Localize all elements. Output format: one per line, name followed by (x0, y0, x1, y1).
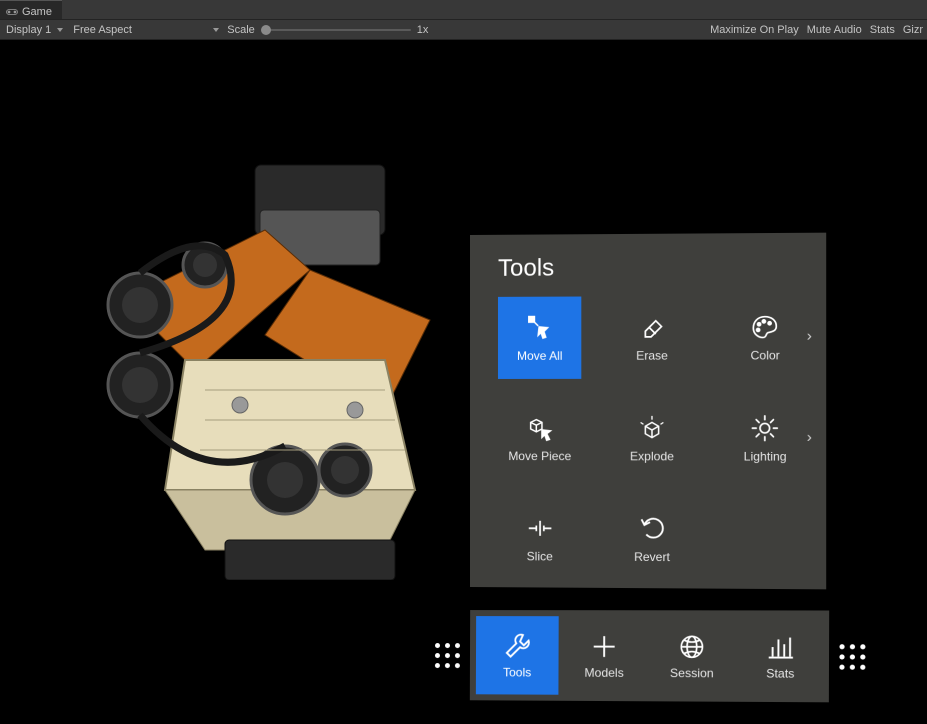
move-piece-icon (525, 413, 555, 443)
engine-model (85, 160, 475, 580)
tools-panel: Tools Move All Erase (470, 233, 826, 590)
tool-revert[interactable]: Revert (610, 497, 694, 580)
drag-handle-right[interactable] (829, 633, 876, 679)
display-dropdown[interactable]: Display 1 (4, 20, 65, 39)
scale-value: 1x (417, 24, 429, 36)
lighting-icon (750, 413, 781, 443)
tool-slice[interactable]: Slice (498, 497, 582, 580)
stats-button[interactable]: Stats (870, 24, 895, 36)
scale-slider[interactable] (261, 29, 411, 31)
scale-slider-thumb[interactable] (261, 25, 271, 35)
tool-erase[interactable]: Erase (610, 296, 694, 379)
tool-label: Move All (517, 349, 563, 363)
tool-label: Explode (630, 449, 674, 463)
aspect-label: Free Aspect (73, 24, 132, 36)
nav-stats[interactable]: Stats (738, 616, 823, 696)
tool-lighting[interactable]: Lighting › (723, 397, 808, 480)
revert-icon (637, 514, 667, 544)
game-tab[interactable]: Game (0, 0, 62, 19)
tools-grid: Move All Erase Color › (498, 296, 808, 582)
tool-label: Color (751, 348, 780, 362)
scale-label: Scale (227, 24, 255, 36)
maximize-on-play-button[interactable]: Maximize On Play (710, 24, 799, 36)
game-toolbar: Display 1 Free Aspect Scale 1x Maximize … (0, 20, 927, 40)
nav-strip: Tools Models Session (425, 610, 876, 703)
chevron-down-icon (213, 28, 219, 32)
tool-label: Lighting (744, 449, 787, 463)
nav-label: Tools (503, 665, 531, 679)
tool-label: Slice (527, 549, 553, 563)
tool-label: Move Piece (508, 449, 571, 463)
nav-label: Models (584, 666, 623, 680)
chevron-right-icon: › (807, 429, 812, 446)
chevron-down-icon (57, 28, 63, 32)
nav-session[interactable]: Session (650, 616, 734, 695)
game-tab-label: Game (22, 6, 52, 18)
aspect-dropdown[interactable]: Free Aspect (71, 20, 221, 39)
editor-tab-bar: Game (0, 0, 927, 20)
bar-chart-icon (765, 632, 796, 663)
game-icon (6, 7, 18, 17)
mute-audio-button[interactable]: Mute Audio (807, 24, 862, 36)
game-viewport[interactable]: Tools Move All Erase (0, 40, 927, 724)
slice-icon (525, 513, 555, 543)
display-label: Display 1 (6, 24, 51, 36)
plus-icon (589, 631, 620, 661)
tool-explode[interactable]: Explode (610, 397, 694, 480)
palette-icon (750, 312, 781, 342)
gizmos-button[interactable]: Gizr (903, 24, 923, 36)
nav-models[interactable]: Models (562, 616, 646, 695)
tool-move-piece[interactable]: Move Piece (498, 397, 582, 479)
tools-panel-title: Tools (498, 253, 808, 283)
tool-color[interactable]: Color › (723, 296, 808, 379)
explode-icon (637, 413, 667, 443)
globe-icon (676, 632, 707, 662)
chevron-right-icon: › (807, 328, 812, 345)
tool-label: Erase (636, 349, 668, 363)
nav-label: Stats (766, 666, 794, 680)
nav-tools[interactable]: Tools (476, 616, 559, 695)
move-all-icon (525, 313, 555, 343)
tool-label: Revert (634, 550, 670, 564)
tool-move-all[interactable]: Move All (498, 297, 582, 379)
nav-bar: Tools Models Session (470, 610, 829, 702)
nav-label: Session (670, 666, 714, 680)
wrench-icon (502, 631, 532, 661)
erase-icon (637, 312, 667, 342)
drag-handle-left[interactable] (425, 633, 470, 678)
